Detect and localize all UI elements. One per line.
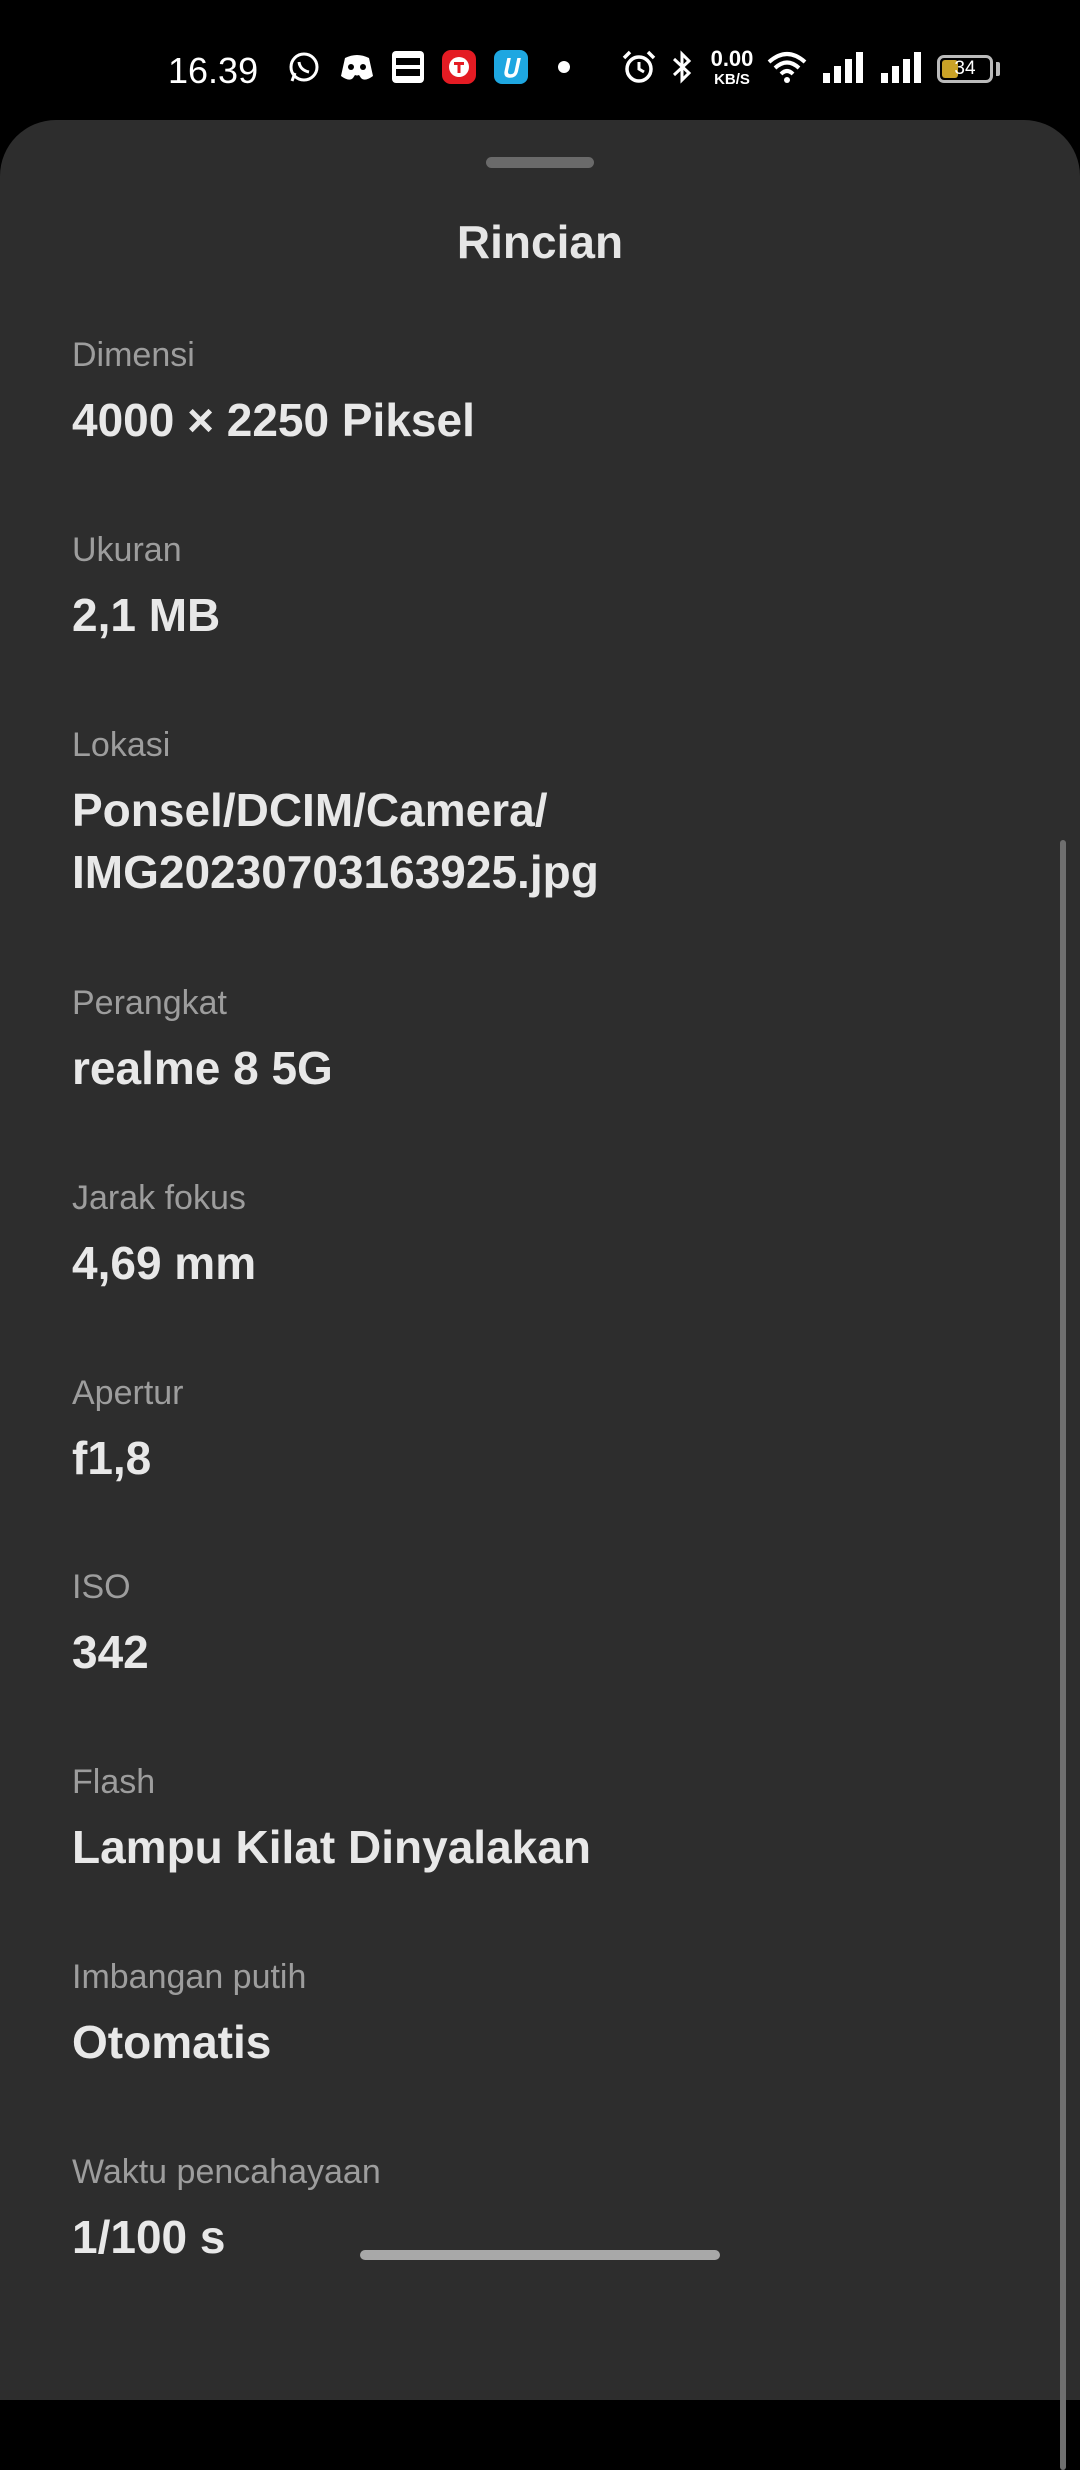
status-time: 16.39 (168, 50, 259, 91)
more-dot-icon (555, 48, 573, 86)
network-speed-unit: KB/S (714, 71, 750, 88)
network-speed: 0.00 KB/S (704, 46, 760, 88)
wifi-icon (765, 48, 809, 86)
detail-value: 4000 × 2250 Piksel (72, 394, 475, 446)
detail-label: Jarak fokus (72, 1179, 246, 1217)
detail-focal-length: Jarak fokus 4,69 mm (72, 1176, 1032, 1294)
detail-aperture: Apertur f1,8 (72, 1371, 1032, 1489)
detail-label: Flash (72, 1763, 156, 1801)
signal-icon-sim1 (820, 48, 866, 86)
battery-level: 34 (954, 58, 976, 79)
detail-label: Lokasi (72, 726, 171, 764)
brimo-icon (390, 48, 426, 86)
detail-value: Lampu Kilat Dinyalakan (72, 1821, 591, 1873)
battery-tip (996, 62, 1000, 76)
detail-label: Apertur (72, 1374, 184, 1412)
battery-icon: 34 (937, 55, 993, 83)
scrollbar[interactable] (1060, 840, 1066, 2470)
detail-dimension: Dimensi 4000 × 2250 Piksel (72, 333, 1032, 451)
detail-value: 4,69 mm (72, 1237, 257, 1289)
detail-value: Ponsel/DCIM/Camera/ (72, 784, 548, 836)
network-speed-value: 0.00 (710, 46, 754, 71)
detail-label: Perangkat (72, 984, 227, 1022)
bluetooth-icon (668, 48, 696, 86)
uang-icon (493, 48, 529, 86)
signal-icon-sim2 (878, 48, 924, 86)
detail-size: Ukuran 2,1 MB (72, 528, 1032, 646)
detail-value-line2: IMG20230703163925.jpg (72, 846, 599, 898)
detail-device: Perangkat realme 8 5G (72, 981, 1032, 1099)
discord-icon (337, 48, 377, 86)
detail-iso: ISO 342 (72, 1565, 1032, 1683)
home-indicator[interactable] (360, 2250, 720, 2260)
detail-label: Waktu pencahayaan (72, 2153, 381, 2191)
detail-flash: Flash Lampu Kilat Dinyalakan (72, 1760, 1032, 1878)
detail-label: ISO (72, 1568, 131, 1606)
sheet-title: Rincian (456, 216, 624, 268)
detail-label: Dimensi (72, 336, 195, 374)
drag-handle[interactable] (486, 157, 594, 168)
detail-value: Otomatis (72, 2016, 272, 2068)
whatsapp-icon (285, 48, 323, 86)
detail-location: Lokasi Ponsel/DCIM/Camera/ IMG2023070316… (72, 723, 1032, 903)
detail-label: Imbangan putih (72, 1958, 307, 1996)
detail-value: realme 8 5G (72, 1042, 333, 1094)
detail-value: f1,8 (72, 1432, 152, 1484)
detail-label: Ukuran (72, 531, 182, 569)
detail-value: 2,1 MB (72, 589, 221, 641)
telkomsel-icon (441, 48, 477, 86)
status-bar: 16.39 0.00 KB/S 34 (0, 0, 1080, 120)
detail-white-balance: Imbangan putih Otomatis (72, 1955, 1032, 2073)
details-sheet[interactable]: Rincian Dimensi 4000 × 2250 Piksel Ukura… (0, 120, 1080, 2470)
alarm-icon (620, 48, 658, 86)
detail-value: 342 (72, 1626, 149, 1678)
